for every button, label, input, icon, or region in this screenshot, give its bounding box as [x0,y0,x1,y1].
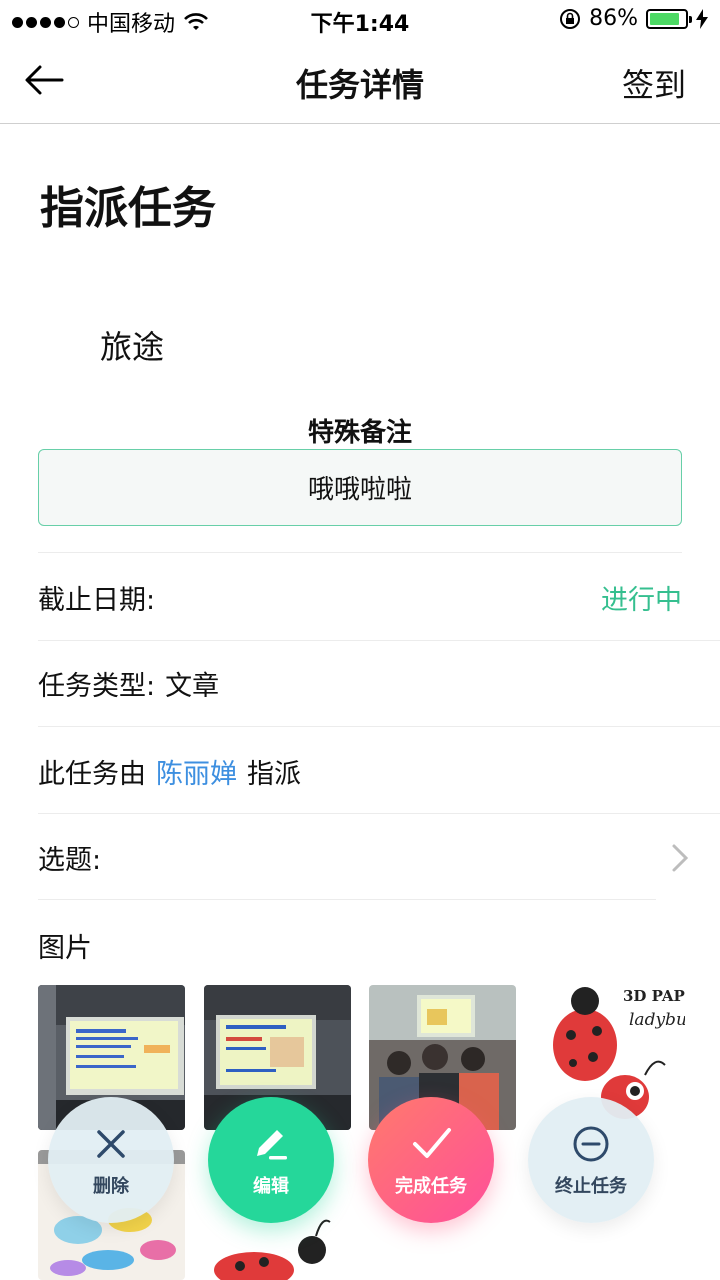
close-icon [97,1130,125,1158]
topic-label: 选题: [38,845,102,876]
divider [38,726,720,727]
status-bar: 中国移动 下午1:44 86% [0,0,720,40]
divider [38,640,720,641]
note-text: 哦哦啦啦 [307,475,412,505]
divider [38,813,720,814]
ladybugs-heading-text: 3D PAPER [623,987,685,1005]
complete-task-label: 完成任务 [395,1176,467,1197]
deadline-label: 截止日期: [38,585,156,616]
status-right: 86% [559,6,708,31]
delete-button[interactable]: 删除 [48,1097,174,1223]
battery-icon [646,8,692,29]
assigned-suffix: 指派 [247,759,301,790]
topic-row[interactable]: 选题: [38,838,682,877]
assigner-link[interactable]: 陈丽婵 [156,752,237,791]
page-title: 任务详情 [295,66,424,104]
task-heading: 指派任务 [40,183,216,234]
task-type-value: 文章 [165,671,220,702]
chevron-right-icon[interactable] [670,843,690,873]
battery-level-fill [650,12,680,25]
note-box: 哦哦啦啦 [38,449,682,526]
pencil-icon [257,1130,287,1160]
stop-task-label: 终止任务 [555,1176,627,1197]
minus-circle-icon [573,1126,609,1162]
status-badge: 进行中 [601,585,682,616]
deadline-row: 截止日期: 进行中 [38,578,682,617]
assigner-row: 此任务由 陈丽婵 指派 [38,752,301,791]
battery-percent: 86% [589,6,638,31]
ladybugs-sub-text: ladybugs [629,1010,685,1030]
complete-task-button[interactable]: 完成任务 [368,1097,494,1223]
assigned-prefix: 此任务由 [38,759,146,790]
edit-label: 编辑 [253,1176,289,1197]
task-type-row: 任务类型: 文章 [38,664,219,703]
note-label: 特殊备注 [307,418,412,448]
edit-button[interactable]: 编辑 [208,1097,334,1223]
delete-label: 删除 [93,1176,129,1197]
nav-bar: 任务详情 签到 [0,40,720,124]
checkmark-icon [413,1128,451,1158]
task-type-label: 任务类型: [38,671,156,702]
divider [38,552,682,553]
task-name: 旅途 [100,328,165,366]
charging-bolt-icon [696,8,708,29]
divider [38,899,656,900]
images-label: 图片 [38,933,92,964]
check-in-button[interactable]: 签到 [622,60,686,106]
stop-task-button[interactable]: 终止任务 [528,1097,654,1223]
rotation-lock-icon [560,8,581,29]
